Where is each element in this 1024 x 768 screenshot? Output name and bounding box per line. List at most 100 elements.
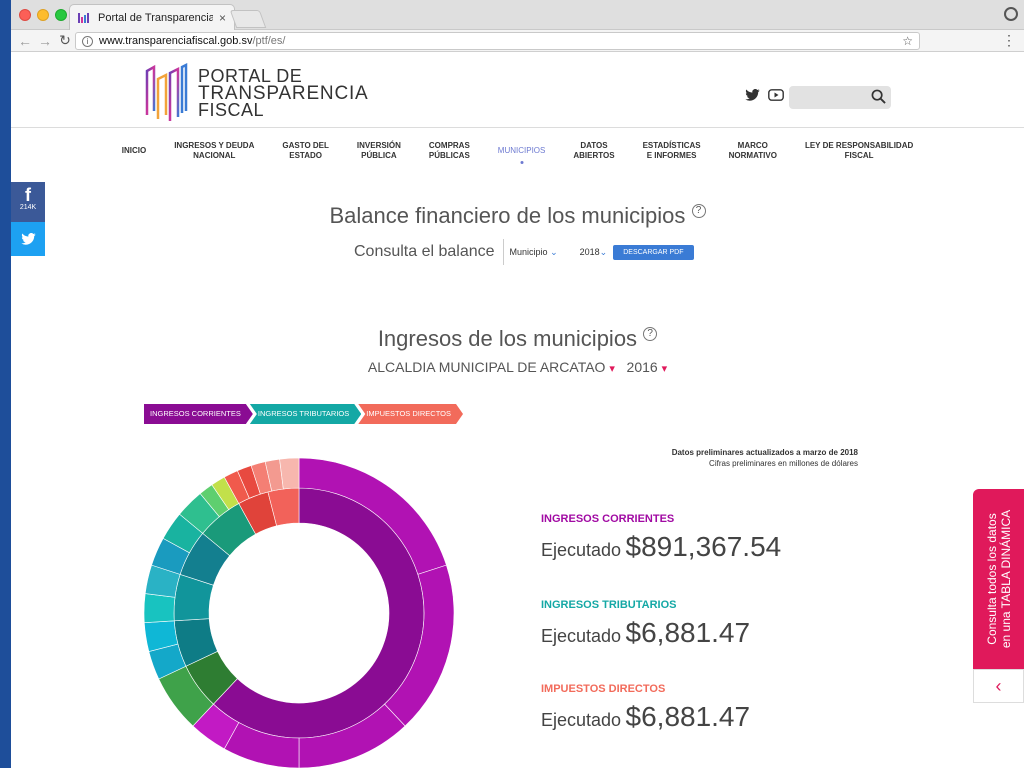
nav-item-6[interactable]: DATOS ABIERTOS <box>559 141 628 161</box>
nav-item-9[interactable]: LEY DE RESPONSABILIDAD FISCAL <box>791 141 927 161</box>
facebook-share-button[interactable]: f 214K <box>11 182 45 222</box>
nav-item-line-1: LEY DE RESPONSABILIDAD <box>804 140 914 150</box>
stat-block-0: INGRESOS CORRIENTES Ejecutado $891,367.54 <box>541 513 781 563</box>
url-host: www.transparenciafiscal.gob.sv <box>99 35 253 47</box>
tab-close-icon[interactable]: × <box>219 11 226 25</box>
site-info-icon[interactable]: i <box>82 35 93 47</box>
stat-value: $6,881.47 <box>625 617 751 648</box>
preliminary-note-line-2: Cifras preliminares en millones de dólar… <box>709 459 858 468</box>
ingresos-title-wrap: Ingresos de los municipios ? <box>11 326 1024 352</box>
chevron-down-icon: ⌄ <box>599 246 608 257</box>
nav-item-line-1: GASTO DEL <box>282 140 329 150</box>
nav-item-line-2: E INFORMES <box>646 150 697 160</box>
stat-prefix: Ejecutado <box>541 710 622 730</box>
ingresos-year-select[interactable]: 2016 ▾ <box>627 359 668 375</box>
search-input[interactable] <box>789 86 891 109</box>
year-select-value: 2018 <box>579 246 600 257</box>
nav-item-7[interactable]: ESTADÍSTICAS E INFORMES <box>629 141 715 161</box>
download-pdf-button[interactable]: DESCARGAR PDF <box>613 244 694 260</box>
help-icon[interactable]: ? <box>691 204 706 218</box>
nav-item-line-1: DATOS <box>580 140 608 150</box>
nav-item-0[interactable]: INICIO <box>108 146 160 156</box>
browser-window: Portal de Transparencia Fiscal × ← → ↻ i… <box>11 0 1024 768</box>
breadcrumb-item-1[interactable]: INGRESOS TRIBUTARIOS <box>250 404 361 424</box>
bookmark-star-icon[interactable]: ☆ <box>902 34 913 48</box>
category-breadcrumb: INGRESOS CORRIENTES INGRESOS TRIBUTARIOS I… <box>144 404 460 424</box>
youtube-icon[interactable] <box>768 89 784 101</box>
facebook-icon: f <box>25 185 31 205</box>
help-icon[interactable]: ? <box>643 327 658 341</box>
new-tab-button[interactable] <box>229 10 267 28</box>
close-window-button[interactable] <box>19 9 31 21</box>
browser-tab[interactable]: Portal de Transparencia Fiscal × <box>69 4 235 30</box>
nav-item-3[interactable]: INVERSIÓN PÚBLICA <box>343 141 415 161</box>
nav-item-line-1: ESTADÍSTICAS <box>642 140 701 150</box>
reload-icon[interactable]: ↻ <box>55 32 75 49</box>
stat-row: Ejecutado $6,881.47 <box>541 701 750 733</box>
facebook-share-count: 214K <box>19 204 37 211</box>
site-logo[interactable]: PORTAL DE TRANSPARENCIA FISCAL <box>144 63 369 123</box>
logo-text: PORTAL DE TRANSPARENCIA FISCAL <box>198 65 369 120</box>
nav-item-line-1: COMPRAS <box>428 140 470 150</box>
logo-line-2: TRANSPARENCIA <box>198 82 369 104</box>
municipio-select[interactable]: Municipio ⌄ <box>510 247 558 258</box>
browser-toolbar: ← → ↻ i www.transparenciafiscal.gob.sv/p… <box>11 30 1024 52</box>
nav-item-8[interactable]: MARCO NORMATIVO <box>715 141 791 161</box>
tabla-dinamica-tab[interactable]: Consulta todos los datos en una TABLA DI… <box>973 489 1024 669</box>
sunburst-chart[interactable] <box>144 458 454 768</box>
profile-icon[interactable] <box>1004 7 1018 21</box>
header-social-links <box>745 89 784 101</box>
breadcrumb-item-0[interactable]: INGRESOS CORRIENTES <box>144 404 253 424</box>
logo-line-1: PORTAL DE <box>198 65 303 86</box>
alcaldia-select[interactable]: ALCALDIA MUNICIPAL DE ARCATAO ▾ <box>368 359 615 375</box>
tabla-dinamica-label: Consulta todos los datos en una TABLA DI… <box>985 510 1013 648</box>
main-navigation: INICIO INGRESOS Y DEUDA NACIONAL GASTO DEL E… <box>11 128 1024 173</box>
chevron-left-icon[interactable]: ‹ <box>973 669 1024 703</box>
chevron-down-icon: ▾ <box>609 363 615 375</box>
municipio-select-value: Municipio <box>509 246 548 257</box>
share-sidebar: f 214K <box>11 182 45 256</box>
nav-item-line-1: MARCO <box>737 140 768 150</box>
minimize-window-button[interactable] <box>37 9 49 21</box>
tabla-dinamica-line-1: Consulta todos los datos <box>984 513 999 645</box>
nav-item-2[interactable]: GASTO DEL ESTADO <box>268 141 343 161</box>
stat-label: IMPUESTOS DIRECTOS <box>541 683 666 695</box>
year-select[interactable]: 2018⌄ <box>580 247 608 258</box>
nav-item-line-1: INICIO <box>121 145 147 155</box>
twitter-icon[interactable] <box>745 89 760 101</box>
stat-label: INGRESOS TRIBUTARIOS <box>541 599 677 611</box>
zoom-window-button[interactable] <box>55 9 67 21</box>
forward-arrow-icon[interactable]: → <box>35 33 55 49</box>
sunburst-outer-segment[interactable] <box>279 458 300 490</box>
nav-item-5[interactable]: MUNICIPIOS <box>484 146 560 156</box>
logo-mark-icon <box>145 63 188 121</box>
site-header: PORTAL DE TRANSPARENCIA FISCAL <box>11 53 1024 128</box>
preliminary-note: Datos preliminares actualizados a marzo … <box>672 447 858 469</box>
twitter-share-button[interactable] <box>11 222 45 256</box>
favicon-icon <box>78 12 92 23</box>
ingresos-filters: ALCALDIA MUNICIPAL DE ARCATAO ▾ 2016 ▾ <box>11 359 1024 375</box>
preliminary-note-line-1: Datos preliminares actualizados a marzo … <box>671 448 858 457</box>
back-arrow-icon[interactable]: ← <box>15 33 35 49</box>
nav-item-1[interactable]: INGRESOS Y DEUDA NACIONAL <box>160 141 268 161</box>
nav-item-line-2: NACIONAL <box>193 150 236 160</box>
chevron-down-icon: ▾ <box>661 363 668 375</box>
nav-item-4[interactable]: COMPRAS PÚBLICAS <box>415 141 484 161</box>
search-icon[interactable] <box>871 89 886 104</box>
address-bar[interactable]: i www.transparenciafiscal.gob.sv/ptf/es/… <box>75 32 920 50</box>
stat-block-1: INGRESOS TRIBUTARIOS Ejecutado $6,881.47 <box>541 599 750 649</box>
nav-item-line-2: ABIERTOS <box>573 150 615 160</box>
breadcrumb-item-2[interactable]: IMPUESTOS DIRECTOS <box>358 404 463 424</box>
url-path: /ptf/es/ <box>252 35 286 47</box>
nav-item-line-2: NORMATIVO <box>728 150 777 160</box>
browser-menu-icon[interactable]: ⋮ <box>1002 33 1016 47</box>
window-controls <box>19 9 67 21</box>
logo-line-3: FISCAL <box>198 99 265 120</box>
balance-controls: Consulta el balance Municipio ⌄ 2018⌄ DE… <box>354 239 694 265</box>
nav-item-line-1: MUNICIPIOS <box>497 145 546 155</box>
balance-title-wrap: Balance financiero de los municipios ? <box>11 203 1024 229</box>
stat-row: Ejecutado $891,367.54 <box>541 531 781 563</box>
consulta-label: Consulta el balance <box>354 239 504 265</box>
sunburst-outer-segment[interactable] <box>144 593 176 624</box>
ingresos-year-value: 2016 <box>626 359 658 375</box>
